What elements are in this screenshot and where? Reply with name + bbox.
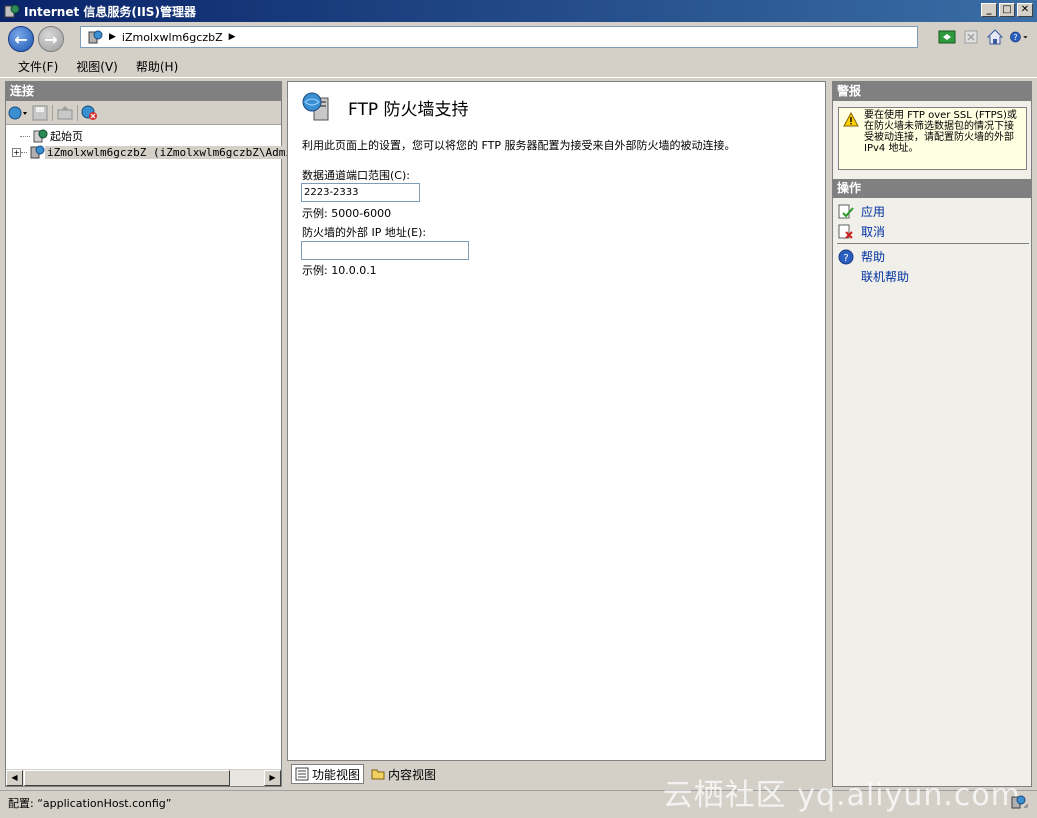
breadcrumb-separator-icon: ▶ <box>109 32 116 42</box>
help-icon: ? <box>838 249 854 265</box>
menu-bar: 文件(F) 视图(V) 帮助(H) <box>0 56 1037 78</box>
refresh-icon[interactable] <box>937 27 957 47</box>
scroll-thumb[interactable] <box>24 770 230 786</box>
server-icon <box>30 145 45 159</box>
external-ip-example: 示例: 10.0.0.1 <box>302 264 377 277</box>
actions-panel: 警报 要在使用 FTP over SSL (FTPS)或在防火墙未筛选数据包的情… <box>832 81 1032 787</box>
menu-help[interactable]: 帮助(H) <box>127 58 187 75</box>
back-button[interactable]: ← <box>8 26 34 52</box>
alert-box: 要在使用 FTP over SSL (FTPS)或在防火墙未筛选数据包的情况下接… <box>838 107 1027 170</box>
title-bar: Internet 信息服务(IIS)管理器 _ □ ✕ <box>0 0 1037 22</box>
page-description: 利用此页面上的设置，您可以将您的 FTP 服务器配置为接受来自外部防火墙的被动连… <box>302 139 736 152</box>
view-tabs: 功能视图 内容视图 <box>291 764 439 784</box>
connections-toolbar <box>6 101 281 125</box>
cancel-action[interactable]: 取消 <box>838 223 885 240</box>
help-action[interactable]: ? 帮助 <box>838 248 885 265</box>
tree-item-label: 起始页 <box>50 130 83 143</box>
ftp-firewall-icon <box>302 92 329 121</box>
feature-panel: FTP 防火墙支持 利用此页面上的设置，您可以将您的 FTP 服务器配置为接受来… <box>287 81 826 761</box>
apply-icon <box>838 204 854 220</box>
toolbar-divider <box>52 104 53 121</box>
horizontal-scrollbar[interactable]: ◀ ▶ <box>6 769 281 786</box>
tree-item-start-page[interactable]: 起始页 <box>20 128 85 144</box>
forward-arrow-icon: → <box>44 29 58 49</box>
scroll-left-icon[interactable]: ◀ <box>6 770 23 786</box>
tab-content-view[interactable]: 内容视图 <box>368 764 439 784</box>
alerts-title: 警报 <box>833 82 1031 101</box>
tab-content-view-label: 内容视图 <box>388 767 437 782</box>
up-level-icon[interactable] <box>55 104 75 122</box>
features-view-icon <box>295 767 309 781</box>
alert-message: 要在使用 FTP over SSL (FTPS)或在防火墙未筛选数据包的情况下接… <box>864 110 1017 154</box>
tab-features-view-label: 功能视图 <box>312 767 361 782</box>
breadcrumb-separator-icon[interactable]: ▶ <box>229 32 236 42</box>
address-bar: ← → ▶ iZmolxwlm6gczbZ ▶ ? <box>0 22 1037 56</box>
actions-divider <box>837 243 1029 244</box>
iis-app-icon <box>4 4 20 18</box>
watermark: 云栖社区 yq.aliyun.com <box>662 778 1021 813</box>
actions-title: 操作 <box>833 179 1031 198</box>
tree-item-server[interactable]: + iZmolxwlm6gczbZ (iZmolxwlm6gczbZ\Admin… <box>12 144 308 160</box>
port-range-input[interactable]: 2223-2333 <box>301 183 420 202</box>
server-icon <box>88 30 103 44</box>
start-page-icon <box>33 129 48 143</box>
home-icon[interactable] <box>985 27 1005 47</box>
tab-features-view[interactable]: 功能视图 <box>291 764 365 784</box>
maximize-button[interactable]: □ <box>999 3 1015 17</box>
port-range-label: 数据通道端口范围(C): <box>302 169 410 182</box>
online-help-action[interactable]: 联机帮助 <box>861 268 909 285</box>
status-text: 配置: “applicationHost.config” <box>8 796 172 810</box>
online-help-label: 联机帮助 <box>861 270 910 284</box>
delete-connection-icon[interactable] <box>80 104 100 122</box>
back-arrow-icon: ← <box>14 29 28 49</box>
close-button[interactable]: ✕ <box>1017 3 1033 17</box>
toolbar-divider <box>77 104 78 121</box>
content-view-icon <box>371 769 385 780</box>
stop-icon[interactable] <box>961 27 981 47</box>
help-dropdown-icon[interactable]: ? <box>1009 27 1029 47</box>
external-ip-input[interactable] <box>301 241 469 260</box>
external-ip-label: 防火墙的外部 IP 地址(E): <box>302 226 427 239</box>
connect-icon[interactable] <box>8 104 28 122</box>
page-title: FTP 防火墙支持 <box>348 99 469 120</box>
help-label: 帮助 <box>861 250 886 264</box>
network-status-icon <box>1011 795 1029 809</box>
connections-panel: 连接 起始页 + iZmolxwlm6gczbZ (iZmolxwlm6gczb… <box>5 81 308 787</box>
cancel-icon <box>838 224 854 240</box>
apply-action[interactable]: 应用 <box>838 203 885 220</box>
tree-item-label: iZmolxwlm6gczbZ (iZmolxwlm6gczbZ\Admini <box>45 145 308 159</box>
expand-icon[interactable]: + <box>12 147 21 157</box>
save-icon[interactable] <box>30 104 50 122</box>
minimize-button[interactable]: _ <box>981 3 997 17</box>
window-title: Internet 信息服务(IIS)管理器 <box>24 4 196 19</box>
apply-label: 应用 <box>861 205 886 219</box>
port-range-example: 示例: 5000-6000 <box>302 207 392 220</box>
scroll-right-icon[interactable]: ▶ <box>264 770 281 786</box>
forward-button[interactable]: → <box>38 26 64 52</box>
connections-title: 连接 <box>6 82 281 101</box>
cancel-label: 取消 <box>861 225 886 239</box>
menu-file[interactable]: 文件(F) <box>9 58 67 75</box>
address-field[interactable]: ▶ iZmolxwlm6gczbZ ▶ <box>80 26 918 48</box>
svg-text:?: ? <box>1013 33 1017 42</box>
svg-text:?: ? <box>843 253 848 264</box>
breadcrumb-server[interactable]: iZmolxwlm6gczbZ <box>122 31 223 44</box>
menu-view[interactable]: 视图(V) <box>67 58 127 75</box>
warning-icon <box>843 112 859 127</box>
